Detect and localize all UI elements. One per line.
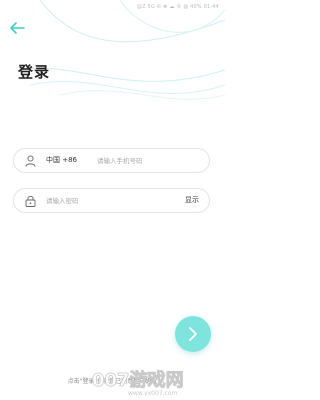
phone-input[interactable] [97,154,207,168]
password-field[interactable]: 显示 [13,188,210,213]
show-password-toggle[interactable]: 显示 [185,189,199,212]
password-input[interactable] [46,194,166,208]
next-button[interactable] [175,316,211,352]
phone-field[interactable]: 中国 +86 [13,148,210,173]
country-code-selector[interactable]: 中国 +86 [46,149,77,172]
user-icon [25,155,36,167]
svg-text:007游戏网: 007游戏网 [92,369,184,391]
lock-icon [25,195,36,207]
arrow-left-icon [10,22,25,34]
chevron-right-icon [189,327,197,341]
page-title: 登录 [18,63,51,81]
back-button[interactable] [8,20,26,36]
site-watermark: 007游戏网 www.yx007.com [92,369,184,396]
wave-decoration [19,0,225,100]
svg-text:www.yx007.com: www.yx007.com [128,390,178,396]
